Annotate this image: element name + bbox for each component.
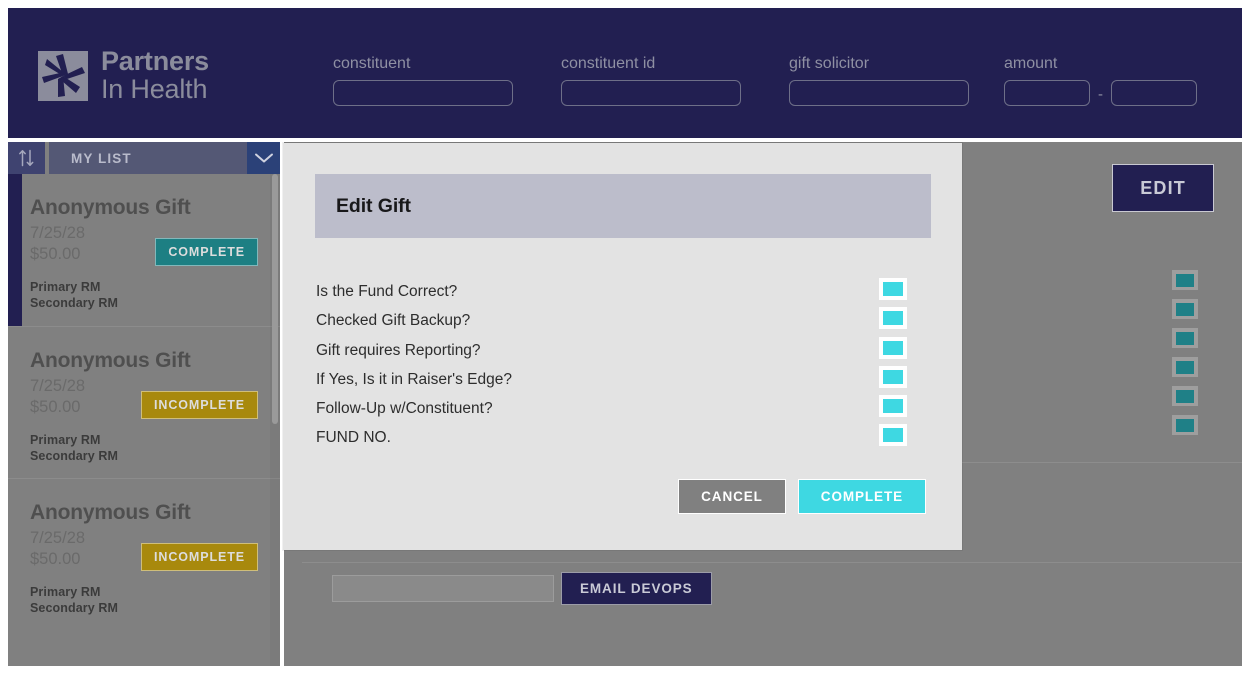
checklist-label: Checked Gift Backup?: [316, 312, 471, 330]
my-list-selector[interactable]: MY LIST: [49, 142, 247, 174]
edit-button[interactable]: EDIT: [1112, 164, 1214, 212]
complete-button[interactable]: COMPLETE: [797, 479, 926, 514]
my-list-label: MY LIST: [71, 150, 132, 166]
detail-toggle[interactable]: [1172, 328, 1198, 348]
checklist-toggle[interactable]: [879, 424, 907, 447]
status-badge[interactable]: COMPLETE: [155, 238, 258, 266]
constituent-label: constituent: [333, 55, 411, 72]
detail-toggle-column: [1172, 270, 1198, 444]
detail-toggle[interactable]: [1172, 270, 1198, 290]
detail-toggle[interactable]: [1172, 357, 1198, 377]
gift-title: Anonymous Gift: [30, 501, 191, 524]
checklist-row: FUND NO.: [316, 424, 932, 457]
checklist-row: Gift requires Reporting?: [316, 336, 932, 370]
checklist-toggle[interactable]: [879, 278, 907, 300]
gift-list-sidebar: MY LIST Anonymous Gift 7/25/28 $50.00 CO…: [8, 142, 280, 666]
list-controls: MY LIST: [8, 142, 280, 174]
filter-gift-solicitor: gift solicitor: [789, 55, 969, 106]
primary-rm: Primary RM: [30, 585, 101, 599]
checklist-label: Is the Fund Correct?: [316, 283, 458, 300]
checklist-row: Is the Fund Correct?: [316, 278, 932, 311]
cancel-button[interactable]: CANCEL: [678, 479, 786, 514]
gift-solicitor-input[interactable]: [789, 80, 969, 106]
checklist-row: If Yes, Is it in Raiser's Edge?: [316, 365, 932, 399]
modal-actions: CANCEL COMPLETE: [678, 479, 926, 514]
modal-titlebar: Edit Gift: [315, 174, 931, 238]
constituent-id-label: constituent id: [561, 55, 656, 72]
chevron-down-icon[interactable]: [247, 142, 280, 174]
gift-solicitor-label: gift solicitor: [789, 55, 870, 72]
sort-arrows-icon[interactable]: [8, 142, 45, 174]
constituent-input[interactable]: [333, 80, 513, 106]
checklist-label: If Yes, Is it in Raiser's Edge?: [316, 370, 512, 388]
sidebar-scrollbar[interactable]: [270, 174, 280, 666]
secondary-rm: Secondary RM: [30, 296, 119, 310]
detail-toggle[interactable]: [1172, 415, 1198, 435]
filter-constituent-id: constituent id: [561, 55, 741, 106]
detail-toggle[interactable]: [1172, 386, 1198, 406]
primary-rm: Primary RM: [30, 433, 101, 447]
amount-min-input[interactable]: [1004, 80, 1090, 106]
app-header: Partners In Health constituent constitue…: [8, 8, 1242, 138]
detail-toggle[interactable]: [1172, 299, 1198, 319]
constituent-id-input[interactable]: [561, 80, 741, 106]
amount-label: amount: [1004, 55, 1058, 72]
devops-note-input[interactable]: [332, 575, 554, 602]
checklist-label: Follow-Up w/Constituent?: [316, 400, 493, 418]
brand-wordmark: Partners In Health: [101, 48, 209, 103]
gift-card-list: Anonymous Gift 7/25/28 $50.00 COMPLETE P…: [8, 174, 280, 666]
amount-range-separator: -: [1098, 85, 1103, 103]
checklist-toggle[interactable]: [879, 307, 907, 330]
list-item[interactable]: Anonymous Gift 7/25/28 $50.00 INCOMPLETE…: [8, 326, 280, 478]
gift-title: Anonymous Gift: [30, 196, 191, 219]
checklist-label: Gift requires Reporting?: [316, 341, 481, 359]
checklist-toggle[interactable]: [879, 336, 907, 359]
checklist-row: Checked Gift Backup?: [316, 307, 932, 340]
gift-title: Anonymous Gift: [30, 349, 191, 372]
brand-line-2: In Health: [101, 74, 208, 104]
scrollbar-thumb[interactable]: [272, 174, 278, 424]
status-badge[interactable]: INCOMPLETE: [141, 543, 258, 571]
filter-amount-range: amount -: [1004, 55, 1197, 106]
checklist-toggle[interactable]: [879, 395, 907, 418]
list-item[interactable]: Anonymous Gift 7/25/28 $50.00 COMPLETE P…: [8, 174, 280, 326]
amount-max-input[interactable]: [1111, 80, 1197, 106]
status-badge[interactable]: INCOMPLETE: [141, 391, 258, 419]
app-root: Partners In Health constituent constitue…: [0, 0, 1250, 674]
edit-gift-modal: Edit Gift Is the Fund Correct? Checked G…: [283, 143, 962, 550]
secondary-rm: Secondary RM: [30, 601, 119, 615]
brand-logo: Partners In Health: [38, 48, 209, 103]
gift-checklist: Is the Fund Correct? Checked Gift Backup…: [316, 278, 932, 458]
checklist-row: Follow-Up w/Constituent?: [316, 395, 932, 428]
brand-line-1: Partners: [101, 46, 209, 76]
partners-in-health-hands-logo-icon: [38, 50, 88, 101]
panel-divider: [302, 562, 1242, 563]
selected-indicator: [8, 174, 22, 326]
secondary-rm: Secondary RM: [30, 449, 119, 463]
modal-title: Edit Gift: [336, 194, 411, 217]
email-devops-button[interactable]: EMAIL DEVOPS: [561, 572, 712, 605]
primary-rm: Primary RM: [30, 280, 101, 294]
filter-constituent: constituent: [333, 55, 513, 106]
checklist-label: FUND NO.: [316, 429, 391, 447]
list-item[interactable]: Anonymous Gift 7/25/28 $50.00 INCOMPLETE…: [8, 478, 280, 630]
checklist-toggle[interactable]: [879, 365, 907, 388]
email-devops-row: EMAIL DEVOPS: [332, 572, 712, 605]
